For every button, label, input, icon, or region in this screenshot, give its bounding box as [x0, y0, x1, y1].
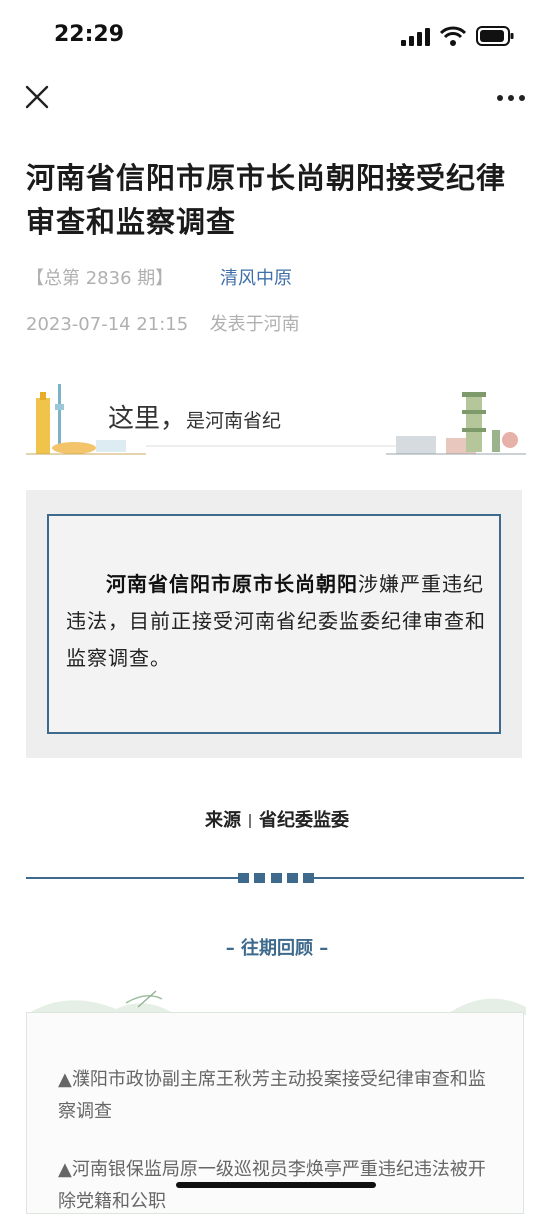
source-label: 来源 — [205, 810, 241, 831]
divider-square — [286, 873, 298, 883]
divider-left — [26, 877, 238, 879]
home-indicator[interactable] — [176, 1182, 376, 1188]
battery-icon — [476, 26, 514, 46]
banner-text-big: 这里， — [108, 404, 187, 434]
past-review-heading: – 往期回顾 – — [225, 938, 329, 959]
banner-text-small: 是河南省纪 — [186, 410, 282, 432]
banner-text: 这里，是河南省纪 — [108, 398, 281, 435]
source-line: 来源 省纪委监委 — [0, 806, 554, 832]
publish-location: 发表于河南 — [209, 314, 300, 335]
divider-square — [303, 873, 314, 883]
publish-date: 2023-07-14 21:15 — [26, 314, 189, 335]
source-value: 省纪委监委 — [259, 810, 349, 831]
publish-info: 2023-07-14 21:15 发表于河南 — [26, 310, 300, 336]
content-bold-name: 河南省信阳市原市长尚朝阳 — [106, 572, 358, 596]
close-icon[interactable] — [24, 84, 50, 110]
account-name-link[interactable]: 清风中原 — [220, 264, 292, 290]
more-icon[interactable] — [496, 94, 526, 102]
issue-number: 【总第 2836 期】 — [26, 268, 174, 289]
status-time: 22:29 — [54, 22, 125, 47]
divider-right — [314, 877, 524, 879]
article-title: 河南省信阳市原市长尚朝阳接受纪律审查和监察调查 — [26, 161, 507, 239]
divider-square — [238, 873, 249, 883]
content-paragraph: 河南省信阳市原市长尚朝阳涉嫌严重违纪违法，目前正接受河南省纪委监委纪律审查和监察… — [66, 566, 486, 677]
past-article-link[interactable]: ▲濮阳市政协副主席王秋芳主动投案接受纪律审查和监察调查 — [58, 1064, 498, 1128]
divider-squares — [238, 873, 314, 883]
signal-icon — [401, 28, 430, 46]
divider-square — [270, 873, 282, 883]
wifi-icon — [440, 26, 466, 46]
landscape-decoration — [26, 990, 526, 1015]
divider-square — [254, 873, 266, 883]
source-separator — [249, 814, 251, 828]
